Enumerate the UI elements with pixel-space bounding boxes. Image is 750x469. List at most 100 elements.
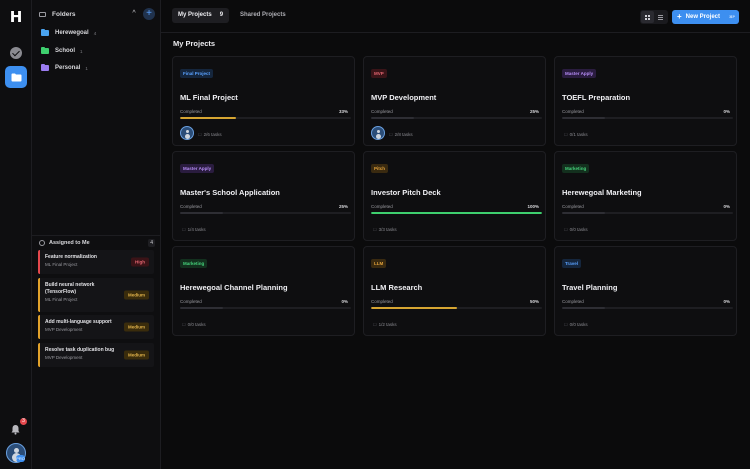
progress-fill <box>180 212 223 214</box>
progress-fill <box>562 307 605 309</box>
assigned-task[interactable]: Add multi-language support MVP Developmen… <box>38 315 154 339</box>
assigned-task[interactable]: Build neural network (TensorFlow) ML Fina… <box>38 278 154 312</box>
completed-label: Completed <box>180 299 202 304</box>
project-card[interactable]: LLM LLM Research Completed 50% 1/2 tasks <box>363 246 546 336</box>
project-card[interactable]: Travel Travel Planning Completed 0% 0/0 task… <box>554 246 737 336</box>
folders-header: Folders ^ + <box>39 7 155 21</box>
project-tag: Final Project <box>180 69 214 78</box>
task-title: Feature normalization <box>45 254 97 260</box>
project-title: LLM Research <box>371 283 423 292</box>
priority-badge: Medium <box>123 350 149 360</box>
priority-badge: Medium <box>123 290 149 300</box>
project-card[interactable]: Pitch Investor Pitch Deck Completed 100% 3/3… <box>363 151 546 241</box>
completion-percent: 0% <box>723 204 730 209</box>
new-project-label: New Project <box>685 14 721 20</box>
completion-percent: 100% <box>527 204 539 209</box>
assigned-header: Assigned to Me 4 <box>39 238 155 248</box>
progress-fill <box>562 212 605 214</box>
progress-fill <box>562 117 605 119</box>
progress-bar <box>562 117 733 119</box>
check-circle-icon <box>10 47 22 59</box>
completed-label: Completed <box>562 204 584 209</box>
project-card[interactable]: Marketing Herewegoal Channel Planning Comp… <box>172 246 355 336</box>
project-card[interactable]: Marketing Herewegoal Marketing Completed 0%… <box>554 151 737 241</box>
tab-count: 9 <box>219 12 224 18</box>
completed-label: Completed <box>562 299 584 304</box>
plus-icon: + <box>677 12 682 21</box>
task-count: 0/0 tasks <box>564 227 588 232</box>
progress-bar <box>371 307 542 309</box>
list-view-button[interactable] <box>654 11 667 23</box>
add-folder-button[interactable]: + <box>143 8 155 20</box>
project-title: Master's School Application <box>180 188 280 197</box>
icon-rail: H 3 PRO <box>0 0 32 469</box>
folders-panel: Folders ^ + Herewegoal 4 School 1 Personal 1 … <box>32 0 161 469</box>
tab-my-projects[interactable]: My Projects 9 <box>172 8 230 23</box>
task-count: 2/8 tasks <box>389 132 413 137</box>
folder-name: Herewegoal <box>55 30 89 36</box>
project-title: Herewegoal Marketing <box>562 188 642 197</box>
member-avatar[interactable] <box>371 126 385 140</box>
project-card[interactable]: Master Apply Master's School Application C… <box>172 151 355 241</box>
completed-label: Completed <box>371 299 393 304</box>
grid-view-button[interactable] <box>641 11 654 23</box>
task-count: 2/6 tasks <box>198 132 222 137</box>
assigned-title: Assigned to Me <box>49 240 90 246</box>
app-logo[interactable]: H <box>9 9 23 25</box>
bell-icon[interactable] <box>10 424 21 435</box>
tab-shared-projects[interactable]: Shared Projects <box>234 8 292 23</box>
project-title: MVP Development <box>371 93 437 102</box>
project-title: ML Final Project <box>180 93 238 102</box>
completion-percent: 50% <box>529 299 539 304</box>
collapse-folders-button[interactable]: ^ <box>129 9 139 19</box>
project-card[interactable]: MVP MVP Development Completed 25% 2/8 tasks <box>363 56 546 146</box>
task-title: Resolve task duplication bug <box>45 347 115 353</box>
project-tag: Pitch <box>371 164 389 173</box>
completion-percent: 0% <box>723 299 730 304</box>
shortcut-hint: ⌘P <box>729 15 735 19</box>
task-count: 1/4 tasks <box>182 227 206 232</box>
progress-bar <box>180 117 351 119</box>
folder-icon <box>41 47 49 54</box>
folder-count: 1 <box>80 48 83 54</box>
project-tag: Travel <box>562 259 582 268</box>
project-card[interactable]: Final Project ML Final Project Completed 33… <box>172 56 355 146</box>
completed-label: Completed <box>180 109 202 114</box>
folder-item[interactable]: School 1 <box>41 45 83 57</box>
tasks-nav-button[interactable] <box>5 42 27 64</box>
project-card[interactable]: Master Apply TOEFL Preparation Completed 0%… <box>554 56 737 146</box>
project-tag: Marketing <box>180 259 208 268</box>
user-plan-badge: PRO <box>16 455 25 462</box>
folder-icon <box>11 73 21 81</box>
task-count: 3/3 tasks <box>373 227 397 232</box>
completed-label: Completed <box>371 204 393 209</box>
new-project-button[interactable]: + New Project ⌘P <box>672 10 739 24</box>
folder-name: School <box>55 48 76 54</box>
completion-percent: 25% <box>529 109 539 114</box>
folder-item[interactable]: Herewegoal 4 <box>41 27 96 39</box>
task-title: Build neural network (TensorFlow) <box>45 282 95 295</box>
completed-label: Completed <box>562 109 584 114</box>
completion-percent: 0% <box>723 109 730 114</box>
projects-nav-button[interactable] <box>5 66 27 88</box>
project-title: Travel Planning <box>562 283 618 292</box>
folder-item[interactable]: Personal 1 <box>41 62 88 74</box>
task-count: 1/2 tasks <box>373 322 397 327</box>
folder-name: Personal <box>55 65 81 71</box>
progress-fill <box>371 307 457 309</box>
assigned-task[interactable]: Resolve task duplication bug MVP Developm… <box>38 343 154 367</box>
completion-percent: 25% <box>338 204 348 209</box>
task-count: 0/0 tasks <box>564 322 588 327</box>
clock-icon <box>39 240 45 246</box>
member-avatar[interactable] <box>180 126 194 140</box>
completed-label: Completed <box>371 109 393 114</box>
progress-bar <box>371 117 542 119</box>
folder-icon <box>41 64 49 71</box>
project-tag: LLM <box>371 259 387 268</box>
assigned-task[interactable]: Feature normalization ML Final Project Hig… <box>38 250 154 274</box>
top-bar: My Projects 9 Shared Projects + New Proje… <box>161 0 750 33</box>
project-tag: Master Apply <box>180 164 215 173</box>
completion-percent: 0% <box>341 299 348 304</box>
main-content: My Projects 9 Shared Projects + New Proje… <box>161 0 750 469</box>
completion-percent: 33% <box>338 109 348 114</box>
